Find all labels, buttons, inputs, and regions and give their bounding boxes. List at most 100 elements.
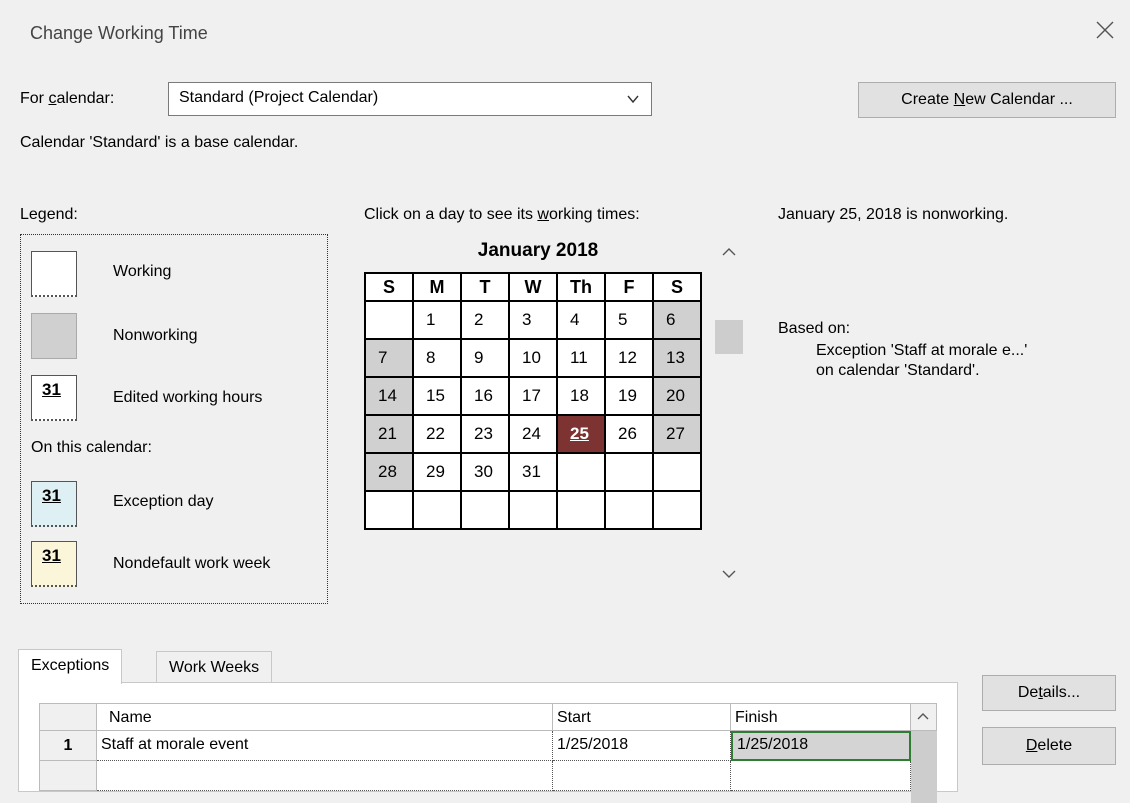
month-title: January 2018 xyxy=(477,240,599,261)
calendar-day[interactable]: 12 xyxy=(604,338,654,378)
edited-hours-swatch: 31 xyxy=(31,375,77,421)
calendar-day[interactable]: 2 xyxy=(460,300,510,340)
row-number[interactable]: 1 xyxy=(39,731,97,761)
month-scroll-down[interactable] xyxy=(719,566,743,586)
calendar-empty-cell xyxy=(508,490,558,530)
exception-name-cell[interactable] xyxy=(97,761,553,791)
month-calendar[interactable]: S M T W Th F S 1 2 3 4 5 6 7 8 9 10 11 12 13 14 15 16 17 18 19 20… xyxy=(364,272,702,530)
exception-name-cell[interactable]: Staff at morale event xyxy=(97,731,553,761)
tab-exceptions[interactable]: Exceptions xyxy=(18,649,123,684)
calendar-day[interactable]: 27 xyxy=(652,414,702,454)
calendar-day[interactable]: 31 xyxy=(508,452,558,492)
calendar-day[interactable]: 7 xyxy=(364,338,414,378)
month-scroll-thumb[interactable] xyxy=(715,320,743,354)
calendar-day[interactable]: 17 xyxy=(508,376,558,416)
calendar-day[interactable]: 4 xyxy=(556,300,606,340)
based-on-line2: on calendar 'Standard'. xyxy=(816,362,980,379)
calendar-day[interactable]: 18 xyxy=(556,376,606,416)
day-status-text: January 25, 2018 is nonworking. xyxy=(778,206,1009,223)
calendar-day[interactable]: 20 xyxy=(652,376,702,416)
calendar-empty-cell xyxy=(604,452,654,492)
legend-nondefault-label: Nondefault work week xyxy=(113,555,271,572)
calendar-day[interactable]: 15 xyxy=(412,376,462,416)
exception-start-cell[interactable]: 1/25/2018 xyxy=(553,731,731,761)
calendar-day[interactable]: 6 xyxy=(652,300,702,340)
exceptions-panel: Name Start Finish 1 Staff at morale even… xyxy=(18,682,958,803)
calendar-day[interactable]: 1 xyxy=(412,300,462,340)
calendar-empty-cell xyxy=(604,490,654,530)
exception-day-swatch-number: 31 xyxy=(42,486,61,505)
calendar-day[interactable]: 25 xyxy=(556,414,606,454)
calendar-day[interactable]: 3 xyxy=(508,300,558,340)
calendar-day[interactable]: 10 xyxy=(508,338,558,378)
calendar-day[interactable]: 8 xyxy=(412,338,462,378)
calendar-empty-cell xyxy=(652,490,702,530)
nondefault-week-swatch: 31 xyxy=(31,541,77,587)
exception-day-swatch: 31 xyxy=(31,481,77,527)
details-button[interactable]: Details... xyxy=(982,675,1116,711)
calendar-day[interactable]: 11 xyxy=(556,338,606,378)
chevron-down-icon xyxy=(722,570,736,578)
close-button[interactable] xyxy=(1093,18,1117,42)
close-icon xyxy=(1096,21,1114,39)
calendar-day[interactable]: 29 xyxy=(412,452,462,492)
nonworking-swatch xyxy=(31,313,77,359)
calendar-instruction: Click on a day to see its working times: xyxy=(364,206,640,223)
calendar-day[interactable]: 23 xyxy=(460,414,510,454)
legend-working-label: Working xyxy=(113,263,172,280)
weekday-header: T xyxy=(460,272,510,302)
calendar-day[interactable]: 22 xyxy=(412,414,462,454)
weekday-header: S xyxy=(652,272,702,302)
column-header-name[interactable]: Name xyxy=(97,703,553,731)
calendar-day[interactable]: 30 xyxy=(460,452,510,492)
legend-heading: Legend: xyxy=(20,206,78,223)
calendar-empty-cell xyxy=(364,300,414,340)
calendar-dropdown[interactable]: Standard (Project Calendar) xyxy=(168,82,652,116)
calendar-empty-cell xyxy=(652,452,702,492)
month-scroll-up[interactable] xyxy=(719,244,743,264)
column-header-start[interactable]: Start xyxy=(553,703,731,731)
calendar-day[interactable]: 28 xyxy=(364,452,414,492)
weekday-header: Th xyxy=(556,272,606,302)
row-number[interactable] xyxy=(39,761,97,791)
exception-finish-cell[interactable]: 1/25/2018 xyxy=(731,731,911,761)
calendar-day[interactable]: 19 xyxy=(604,376,654,416)
legend-exception-label: Exception day xyxy=(113,493,214,510)
calendar-day[interactable]: 14 xyxy=(364,376,414,416)
exception-finish-cell[interactable] xyxy=(731,761,911,791)
on-this-calendar-label: On this calendar: xyxy=(31,439,152,456)
working-swatch xyxy=(31,251,77,297)
calendar-day[interactable]: 24 xyxy=(508,414,558,454)
base-calendar-note: Calendar 'Standard' is a base calendar. xyxy=(20,134,299,151)
calendar-empty-cell xyxy=(556,490,606,530)
grid-scroll-up[interactable] xyxy=(911,703,937,731)
calendar-day[interactable]: 21 xyxy=(364,414,414,454)
weekday-header: W xyxy=(508,272,558,302)
calendar-day[interactable]: 13 xyxy=(652,338,702,378)
delete-button[interactable]: Delete xyxy=(982,727,1116,765)
based-on-label: Based on: xyxy=(778,320,851,337)
calendar-day[interactable]: 26 xyxy=(604,414,654,454)
calendar-empty-cell xyxy=(556,452,606,492)
legend-edited-label: Edited working hours xyxy=(113,389,263,406)
weekday-header: F xyxy=(604,272,654,302)
calendar-day[interactable]: 9 xyxy=(460,338,510,378)
calendar-day[interactable]: 16 xyxy=(460,376,510,416)
row-header-corner xyxy=(39,703,97,731)
nondefault-week-swatch-number: 31 xyxy=(42,546,61,565)
chevron-down-icon xyxy=(627,95,639,104)
create-new-calendar-button[interactable]: Create New Calendar ... xyxy=(858,82,1116,118)
edited-hours-swatch-number: 31 xyxy=(42,380,61,399)
calendar-empty-cell xyxy=(412,490,462,530)
calendar-day[interactable]: 5 xyxy=(604,300,654,340)
for-calendar-label: For calendar: xyxy=(20,90,115,107)
chevron-up-icon xyxy=(722,248,736,256)
calendar-dropdown-value: Standard (Project Calendar) xyxy=(179,89,379,106)
grid-scroll-thumb[interactable] xyxy=(911,731,937,803)
tab-work-weeks[interactable]: Work Weeks xyxy=(156,651,273,685)
exception-start-cell[interactable] xyxy=(553,761,731,791)
column-header-finish[interactable]: Finish xyxy=(731,703,911,731)
legend-nonworking-label: Nonworking xyxy=(113,327,198,344)
legend-box: Working Nonworking 31 Edited working hou… xyxy=(20,234,328,604)
dialog-title: Change Working Time xyxy=(30,23,208,43)
